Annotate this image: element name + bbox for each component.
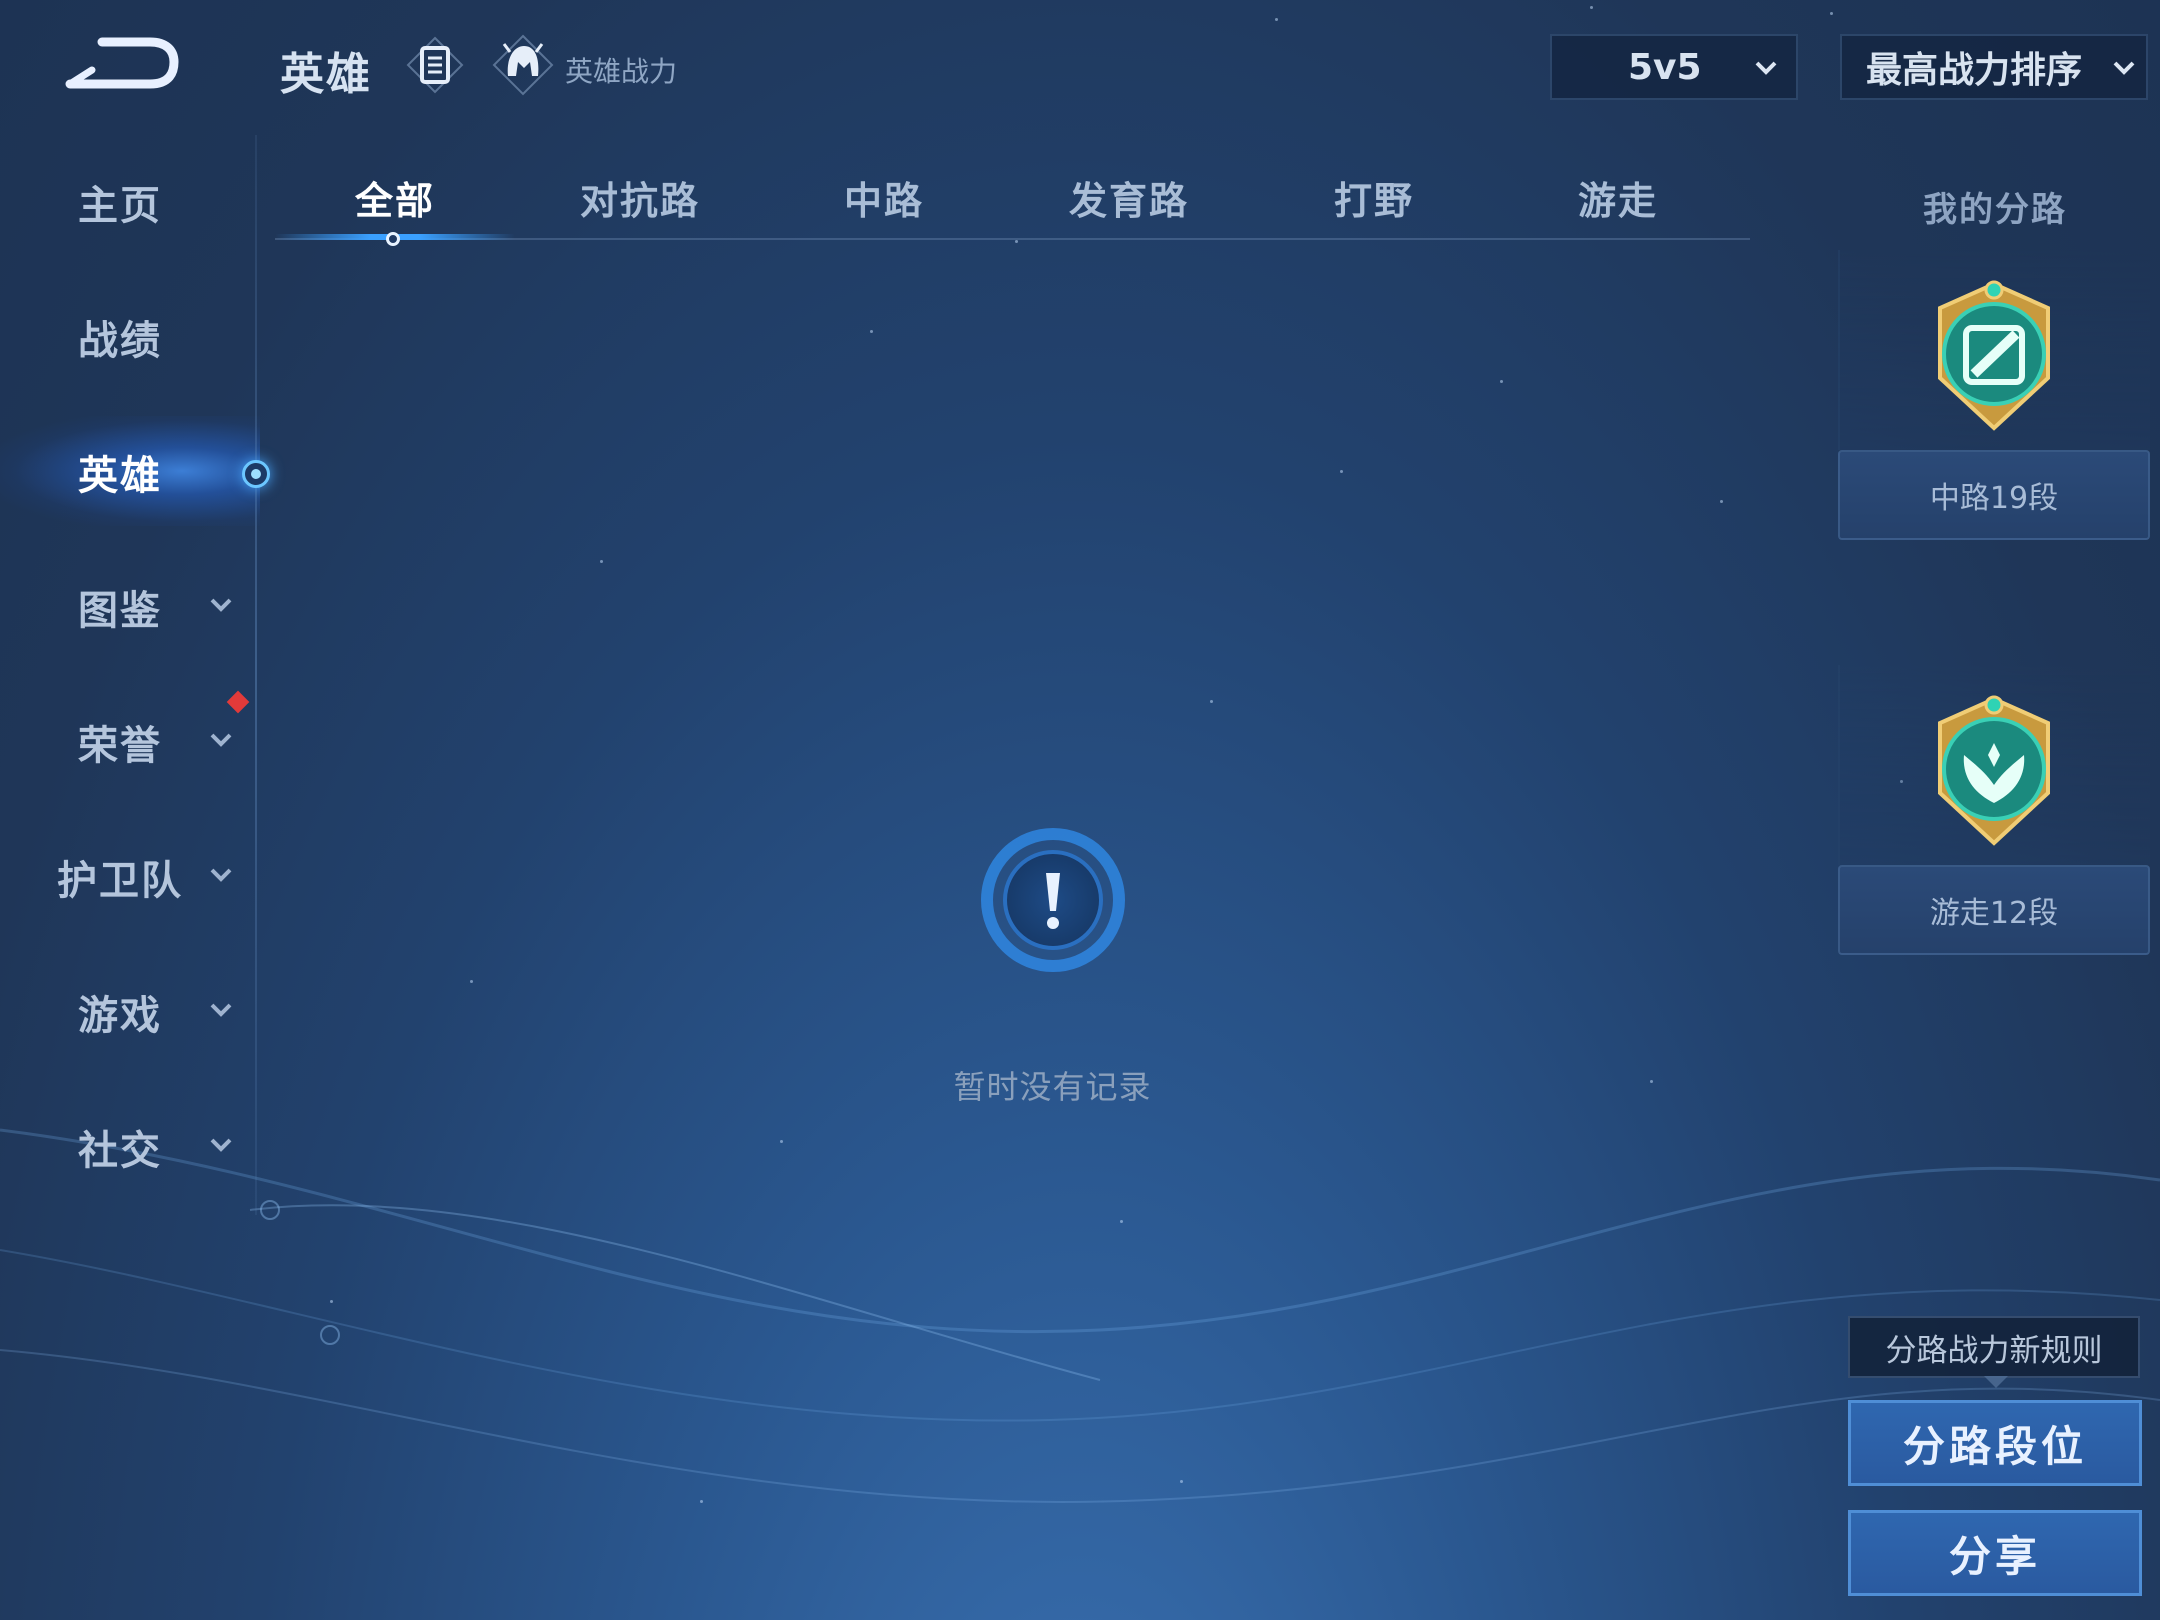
hero-helmet-icon[interactable]	[488, 32, 558, 98]
back-button[interactable]	[62, 32, 182, 98]
sidebar-item-label: 图鉴	[78, 588, 162, 634]
tab-farm-lane[interactable]: 发育路	[1019, 170, 1239, 236]
hero-power-label[interactable]: 英雄战力	[565, 50, 677, 90]
tab-mid-lane[interactable]: 中路	[774, 170, 994, 236]
mode-dropdown-value: 5v5	[1628, 46, 1702, 88]
empty-state-message: 暂时没有记录	[953, 1068, 1152, 1106]
document-icon[interactable]	[400, 34, 470, 96]
sidebar-item-label: 护卫队	[57, 858, 183, 904]
sidebar-item-label: 战绩	[78, 318, 162, 364]
lane-rank-label: 中路19段	[1838, 450, 2150, 540]
background-waves	[0, 1128, 2160, 1503]
my-lanes-title: 我的分路	[1923, 190, 2067, 230]
tab-clash-lane[interactable]: 对抗路	[530, 170, 750, 236]
sort-dropdown[interactable]: 最高战力排序	[1840, 34, 2148, 100]
sidebar-item-honor[interactable]: 荣誉	[0, 692, 254, 792]
lane-power-rules-button[interactable]: 分路战力新规则	[1848, 1316, 2140, 1378]
sidebar-item-social[interactable]: 社交	[0, 1097, 254, 1197]
share-button[interactable]: 分享	[1848, 1510, 2142, 1596]
tab-jungle[interactable]: 打野	[1264, 170, 1484, 236]
tab-roam[interactable]: 游走	[1508, 170, 1728, 236]
chevron-down-icon	[2113, 61, 2135, 75]
sidebar-item-game[interactable]: 游戏	[0, 962, 254, 1062]
lane-card-roam[interactable]: 游走12段	[1838, 665, 2150, 965]
sidebar-item-guard[interactable]: 护卫队	[0, 827, 254, 927]
lane-rank-label: 游走12段	[1838, 865, 2150, 955]
tab-all[interactable]: 全部	[285, 170, 505, 236]
exclamation-icon	[978, 825, 1128, 975]
sidebar-item-label: 英雄	[78, 453, 162, 499]
page-title: 英雄	[280, 49, 372, 100]
chevron-down-icon	[210, 1138, 232, 1152]
mode-dropdown[interactable]: 5v5	[1550, 34, 1798, 100]
sidebar-item-heroes[interactable]: 英雄	[0, 422, 254, 522]
lane-rank-button[interactable]: 分路段位	[1848, 1400, 2142, 1486]
sidebar-item-label: 游戏	[78, 993, 162, 1039]
sidebar-item-records[interactable]: 战绩	[0, 287, 254, 387]
chevron-down-icon	[210, 868, 232, 882]
lane-card-mid[interactable]: 中路19段	[1838, 250, 2150, 550]
sidebar-item-label: 荣誉	[78, 723, 162, 769]
sidebar-item-label: 社交	[78, 1128, 162, 1174]
back-arrow-icon	[65, 37, 179, 89]
chevron-down-icon	[210, 598, 232, 612]
bubble-pointer	[1984, 1376, 2008, 1388]
mid-lane-badge-icon	[1938, 280, 2050, 431]
sidebar-divider	[255, 135, 257, 1215]
chevron-down-icon	[1755, 61, 1777, 75]
chevron-down-icon	[210, 733, 232, 747]
chevron-down-icon	[210, 1003, 232, 1017]
sort-dropdown-value: 最高战力排序	[1866, 50, 2083, 91]
starfield-background	[0, 0, 2160, 1620]
sidebar-item-label: 主页	[78, 183, 162, 229]
roam-lane-badge-icon	[1938, 695, 2050, 846]
sidebar-item-codex[interactable]: 图鉴	[0, 557, 254, 657]
sidebar-item-home[interactable]: 主页	[0, 152, 254, 252]
